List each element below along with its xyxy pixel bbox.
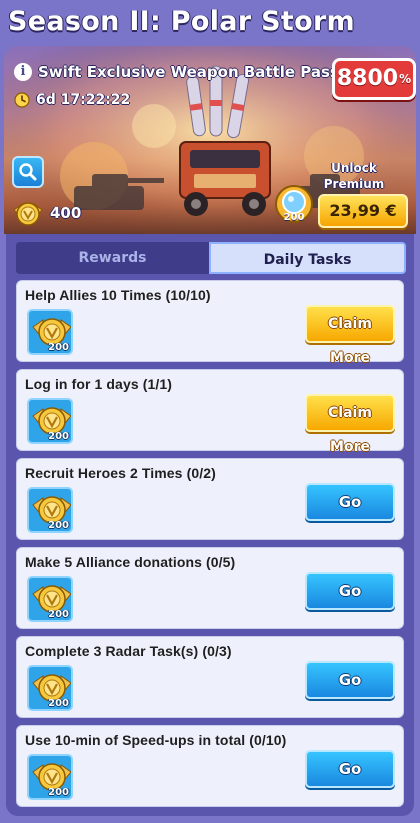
task-title: Help Allies 10 Times (10/10) <box>25 287 211 303</box>
task-progress: (10/10) <box>165 287 211 303</box>
task-item: Recruit Heroes 2 Times (0/2) 200 Go <box>16 458 404 540</box>
reward-tile[interactable]: 200 <box>27 754 73 800</box>
task-name: Help Allies 10 Times <box>25 287 162 303</box>
claim-more-button[interactable]: Claim More <box>305 394 395 455</box>
reward-qty: 200 <box>48 520 69 531</box>
claim-more-button[interactable]: Claim More <box>305 305 395 366</box>
task-progress: (1/1) <box>142 376 173 392</box>
reward-qty: 200 <box>48 609 69 620</box>
season-title: Season II: Polar Storm <box>8 6 355 37</box>
pass-title: Swift Exclusive Weapon Battle Pass <box>38 63 339 81</box>
reward-qty: 200 <box>48 342 69 353</box>
task-progress: (0/2) <box>186 465 216 481</box>
buy-premium-button[interactable]: 23,99 € <box>318 194 408 228</box>
tab-bar: Rewards Daily Tasks <box>16 242 406 274</box>
medal-count: 400 <box>50 204 82 222</box>
search-icon <box>19 163 37 181</box>
reward-tile[interactable]: 200 <box>27 665 73 711</box>
task-title: Complete 3 Radar Task(s) (0/3) <box>25 643 232 659</box>
value-badge-number: 8800 <box>336 66 399 91</box>
task-progress: (0/3) <box>202 643 232 659</box>
medal-icon <box>13 202 43 226</box>
reward-qty: 200 <box>48 787 69 798</box>
clock-icon <box>14 92 30 108</box>
task-item: Complete 3 Radar Task(s) (0/3) 200 Go <box>16 636 404 718</box>
countdown-timer: 6d 17:22:22 <box>36 92 131 108</box>
task-item: Help Allies 10 Times (10/10) 200 Claim M… <box>16 280 404 366</box>
go-button[interactable]: Go <box>305 661 395 699</box>
value-badge-percent: % <box>399 72 412 86</box>
task-progress: (0/5) <box>206 554 236 570</box>
value-badge: 8800% <box>332 58 416 100</box>
battle-pass-banner: i Swift Exclusive Weapon Battle Pass 880… <box>4 46 416 234</box>
reward-qty: 200 <box>48 698 69 709</box>
task-name: Make 5 Alliance donations <box>25 554 203 570</box>
reward-tile[interactable]: 200 <box>27 309 73 355</box>
go-button[interactable]: Go <box>305 483 395 521</box>
task-name: Use 10-min of Speed-ups in total <box>25 732 246 748</box>
orb-reward: 200 <box>272 182 316 230</box>
info-icon[interactable]: i <box>14 63 32 81</box>
reward-tile[interactable]: 200 <box>27 487 73 533</box>
timer-row: 6d 17:22:22 <box>14 92 130 108</box>
orb-reward-qty: 200 <box>283 212 305 223</box>
tab-rewards[interactable]: Rewards <box>16 242 209 274</box>
task-item: Use 10-min of Speed-ups in total (0/10) … <box>16 725 404 807</box>
task-name: Complete 3 Radar Task(s) <box>25 643 199 659</box>
search-button[interactable] <box>12 156 44 188</box>
task-title: Make 5 Alliance donations (0/5) <box>25 554 235 570</box>
go-button[interactable]: Go <box>305 572 395 610</box>
go-button[interactable]: Go <box>305 750 395 788</box>
task-name: Recruit Heroes 2 Times <box>25 465 183 481</box>
pass-title-row: i Swift Exclusive Weapon Battle Pass <box>14 60 339 84</box>
reward-tile[interactable]: 200 <box>27 398 73 444</box>
task-title: Use 10-min of Speed-ups in total (0/10) <box>25 732 286 748</box>
task-name: Log in for 1 days <box>25 376 139 392</box>
task-item: Log in for 1 days (1/1) 200 Claim More <box>16 369 404 455</box>
reward-tile[interactable]: 200 <box>27 576 73 622</box>
task-item: Make 5 Alliance donations (0/5) 200 Go <box>16 547 404 629</box>
tab-daily-tasks[interactable]: Daily Tasks <box>209 242 406 274</box>
task-progress: (0/10) <box>249 732 287 748</box>
task-title: Recruit Heroes 2 Times (0/2) <box>25 465 216 481</box>
tasks-panel: Rewards Daily Tasks Help Allies 10 Times… <box>6 234 414 816</box>
task-title: Log in for 1 days (1/1) <box>25 376 172 392</box>
reward-qty: 200 <box>48 431 69 442</box>
